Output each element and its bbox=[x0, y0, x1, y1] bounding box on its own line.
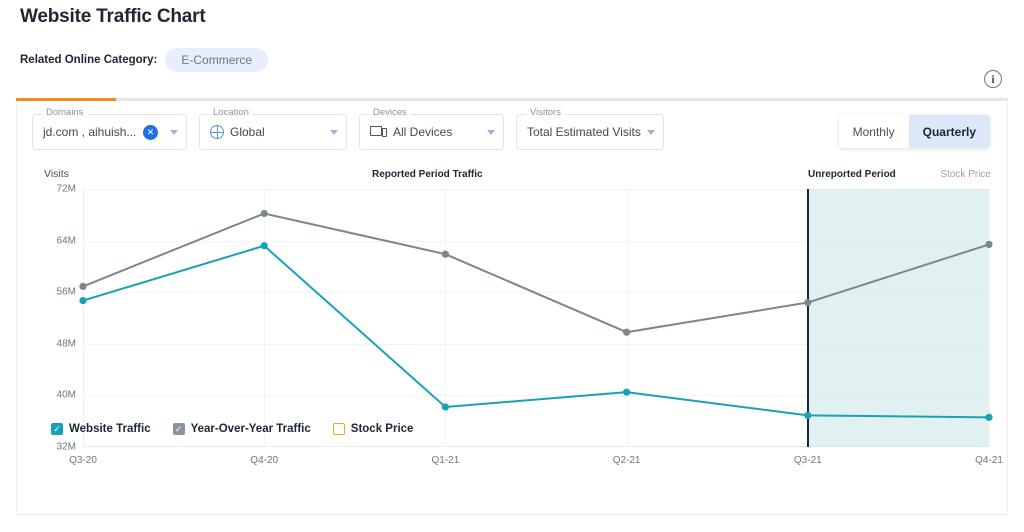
legend-label-yoy-traffic: Year-Over-Year Traffic bbox=[190, 423, 311, 435]
related-category-label: Related Online Category: bbox=[20, 54, 158, 66]
series-point[interactable] bbox=[260, 242, 268, 250]
chart-area: Visits Reported Period Traffic Unreporte… bbox=[17, 161, 1009, 515]
legend-item-stock-price[interactable]: Stock Price bbox=[332, 423, 414, 435]
info-icon[interactable]: i bbox=[984, 70, 1002, 88]
page-title: Website Traffic Chart bbox=[20, 6, 206, 27]
filter-location-value: Global bbox=[230, 125, 265, 139]
filter-location[interactable]: Location Global bbox=[199, 108, 347, 150]
devices-icon bbox=[370, 126, 387, 138]
filter-visitors-value: Total Estimated Visits bbox=[527, 125, 641, 139]
filter-visitors[interactable]: Visitors Total Estimated Visits bbox=[516, 108, 664, 150]
plot-region: 72M 64M 56M 48M 40M 32M Q3-20 Q4-20 Q1-21 Q2-21 Q… bbox=[57, 184, 1003, 467]
x-axis-tick-label: Q3-21 bbox=[793, 455, 822, 466]
globe-icon bbox=[210, 125, 224, 139]
filter-devices-label: Devices bbox=[369, 108, 411, 118]
filter-devices[interactable]: Devices All Devices bbox=[359, 108, 504, 150]
filter-domains-label: Domains bbox=[42, 108, 88, 118]
unreported-period-label: Unreported Period bbox=[808, 169, 896, 180]
x-axis-tick-label: Q1-21 bbox=[431, 455, 460, 466]
series-line bbox=[82, 244, 990, 419]
x-axis-tick-label: Q3-20 bbox=[69, 455, 97, 466]
filter-bar: Domains jd.com , aihuish... ✕ Location G… bbox=[32, 108, 664, 150]
chevron-down-icon[interactable] bbox=[647, 129, 655, 135]
stock-price-axis-label: Stock Price bbox=[940, 169, 991, 180]
reported-period-label: Reported Period Traffic bbox=[372, 169, 483, 180]
gridline-vertical bbox=[989, 189, 990, 447]
series-point[interactable] bbox=[985, 413, 993, 421]
series-line bbox=[82, 212, 990, 334]
x-axis-tick-label: Q4-20 bbox=[250, 455, 279, 466]
filter-domains[interactable]: Domains jd.com , aihuish... ✕ bbox=[32, 108, 187, 150]
legend-item-yoy-traffic[interactable]: ✓ Year-Over-Year Traffic bbox=[172, 423, 311, 435]
checkbox-stock-price[interactable] bbox=[332, 423, 345, 435]
filter-visitors-label: Visitors bbox=[526, 108, 565, 118]
monitor-shape bbox=[370, 126, 382, 136]
filter-location-label: Location bbox=[209, 108, 253, 118]
series-point[interactable] bbox=[79, 296, 87, 305]
y-axis-tick-label: 32M bbox=[56, 441, 76, 453]
filter-devices-value: All Devices bbox=[393, 125, 453, 139]
granularity-toggle: Monthly Quarterly bbox=[838, 115, 990, 148]
category-chip-e-commerce[interactable]: E-Commerce bbox=[165, 48, 269, 72]
y-axis-tick-label: 56M bbox=[56, 286, 76, 298]
x-axis-tick-label: Q4-21 bbox=[975, 455, 1003, 466]
y-axis-tick-label: 64M bbox=[56, 235, 76, 247]
series-point[interactable] bbox=[79, 282, 87, 290]
chart-card: Domains jd.com , aihuish... ✕ Location G… bbox=[16, 101, 1008, 515]
page-root: Website Traffic Chart Related Online Cat… bbox=[0, 0, 1024, 532]
y-axis-tick-label: 40M bbox=[56, 389, 76, 401]
series-point[interactable] bbox=[623, 328, 631, 336]
series-point[interactable] bbox=[441, 403, 449, 411]
chevron-down-icon[interactable] bbox=[170, 129, 178, 135]
chevron-down-icon[interactable] bbox=[487, 129, 495, 135]
series-point[interactable] bbox=[260, 209, 268, 218]
legend-label-website-traffic: Website Traffic bbox=[69, 423, 151, 435]
x-axis-tick-label: Q2-21 bbox=[612, 455, 641, 466]
phone-shape bbox=[382, 128, 387, 137]
checkbox-yoy-traffic[interactable]: ✓ bbox=[172, 423, 185, 435]
clear-domains-icon[interactable]: ✕ bbox=[143, 124, 158, 140]
series-point[interactable] bbox=[804, 411, 812, 419]
filter-domains-value: jd.com , aihuish... bbox=[43, 125, 137, 139]
legend-item-website-traffic[interactable]: ✓ Website Traffic bbox=[51, 423, 151, 435]
series-point[interactable] bbox=[441, 250, 449, 258]
toggle-quarterly[interactable]: Quarterly bbox=[908, 115, 990, 148]
toggle-monthly[interactable]: Monthly bbox=[839, 115, 909, 148]
legend-label-stock-price: Stock Price bbox=[350, 423, 414, 435]
chart-legend: ✓ Website Traffic ✓ Year-Over-Year Traff… bbox=[51, 423, 413, 435]
series-svg bbox=[79, 209, 993, 421]
series-point[interactable] bbox=[985, 240, 993, 249]
related-category-row: Related Online Category: E-Commerce bbox=[20, 48, 269, 72]
y-axis-tick-label: 72M bbox=[56, 183, 76, 195]
series-point[interactable] bbox=[804, 298, 812, 307]
series-point[interactable] bbox=[623, 388, 631, 396]
y-axis-tick-label: 48M bbox=[56, 338, 76, 350]
checkbox-website-traffic[interactable]: ✓ bbox=[51, 423, 63, 435]
chevron-down-icon[interactable] bbox=[330, 129, 338, 135]
y-axis-name: Visits bbox=[44, 168, 69, 180]
